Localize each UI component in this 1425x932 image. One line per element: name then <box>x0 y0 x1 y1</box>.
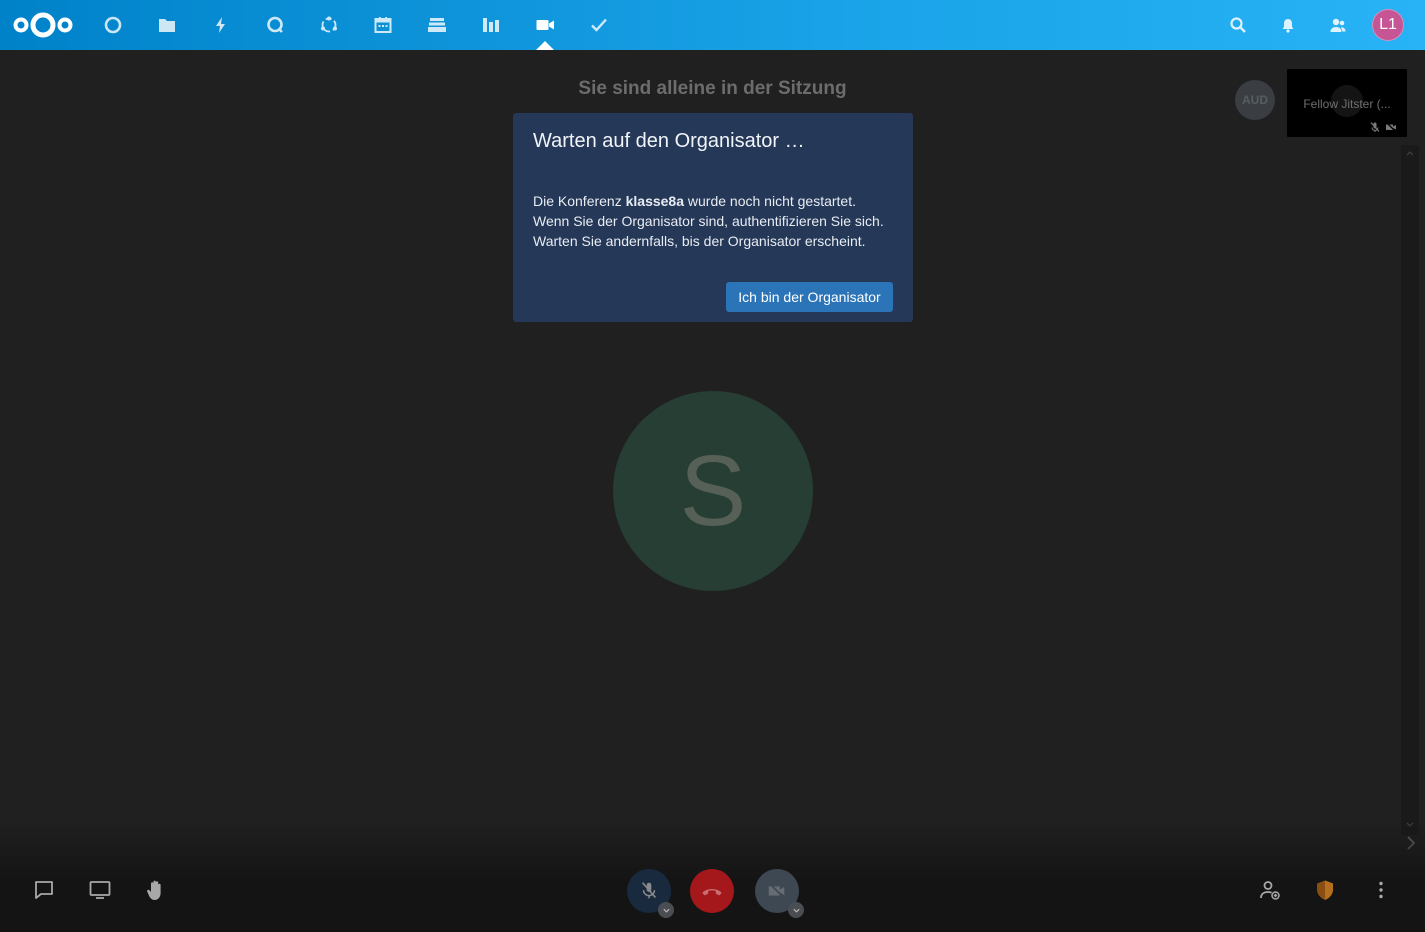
dialog-body-prefix: Die Konferenz <box>533 193 626 209</box>
scroll-up-icon <box>1406 151 1414 156</box>
top-header: L1 <box>0 0 1425 50</box>
stack-icon <box>428 18 446 32</box>
video-off-indicator-icon <box>1386 122 1396 132</box>
app-tasks[interactable] <box>585 11 613 39</box>
local-video-thumbnail[interactable]: Fellow Jitster (... <box>1287 69 1407 137</box>
app-contacts[interactable] <box>315 11 343 39</box>
user-avatar[interactable]: L1 <box>1372 9 1404 41</box>
app-talk[interactable] <box>261 11 289 39</box>
nextcloud-logo-icon[interactable] <box>12 10 74 40</box>
more-vertical-icon <box>1379 881 1383 899</box>
chat-bubble-icon <box>267 16 283 33</box>
dialog-body-suffix: wurde noch nicht gestartet. <box>684 193 857 209</box>
dialog-line-1: Die Konferenz klasse8a wurde noch nicht … <box>533 191 903 211</box>
search-icon <box>1230 17 1246 33</box>
local-participant-name: Fellow Jitster (... <box>1303 97 1391 111</box>
invite-people-button[interactable] <box>1256 876 1284 904</box>
app-dashboard[interactable] <box>99 11 127 39</box>
participant-initial: S <box>679 435 747 547</box>
screen-share-button[interactable] <box>86 876 114 904</box>
video-settings-toggle[interactable] <box>788 902 804 918</box>
shield-icon <box>1317 880 1333 900</box>
lightning-icon <box>216 17 225 33</box>
microphone-muted-icon <box>641 882 657 899</box>
security-options-button[interactable] <box>1311 876 1339 904</box>
video-camera-icon <box>536 20 554 30</box>
app-files[interactable] <box>153 11 181 39</box>
checkmark-icon <box>591 18 607 32</box>
app-calendar[interactable] <box>369 11 397 39</box>
dialog-title: Warten auf den Organisator … <box>533 130 805 152</box>
active-app-indicator <box>536 41 554 50</box>
filmstrip-scrollbar[interactable] <box>1401 145 1419 835</box>
chevron-down-icon <box>662 908 670 913</box>
circles-icon <box>321 16 337 33</box>
conference-toolbar <box>0 820 1425 932</box>
video-off-icon <box>768 883 785 899</box>
alone-message: Sie sind alleine in der Sitzung <box>578 78 847 99</box>
app-jitsi[interactable] <box>531 11 559 39</box>
i-am-host-button[interactable]: Ich bin der Organisator <box>726 282 893 312</box>
monitor-icon <box>89 881 111 899</box>
dialog-line-3: Warten Sie andernfalls, bis der Organisa… <box>533 233 866 249</box>
audio-only-badge: AUD <box>1235 80 1275 120</box>
dialog-body: Die Konferenz klasse8a wurde noch nicht … <box>533 191 903 251</box>
more-actions-button[interactable] <box>1367 876 1395 904</box>
muted-mic-indicator-icon <box>1370 122 1380 132</box>
contacts-icon <box>1330 18 1346 32</box>
header-contacts-menu[interactable] <box>1324 11 1352 39</box>
chevron-down-icon <box>792 908 800 913</box>
user-initials: L1 <box>1379 16 1397 33</box>
app-deck[interactable] <box>423 11 451 39</box>
app-activity[interactable] <box>207 11 235 39</box>
hangup-button[interactable] <box>690 869 734 913</box>
raise-hand-button[interactable] <box>142 876 170 904</box>
participant-avatar: S <box>613 391 813 591</box>
waiting-for-host-dialog: Warten auf den Organisator … Die Konfere… <box>513 113 913 322</box>
hand-icon <box>147 880 161 900</box>
bell-icon <box>1282 19 1294 33</box>
app-analytics[interactable] <box>477 11 505 39</box>
circle-icon <box>104 16 122 34</box>
add-person-icon <box>1260 881 1280 900</box>
room-name: klasse8a <box>625 193 685 209</box>
header-search[interactable] <box>1224 11 1252 39</box>
conference-stage: Sie sind alleine in der Sitzung S AUD Fe… <box>0 50 1425 932</box>
dialog-line-2: Wenn Sie der Organisator sind, authentif… <box>533 213 884 229</box>
chat-button[interactable] <box>30 876 58 904</box>
chat-icon <box>35 881 53 899</box>
phone-hangup-icon <box>702 888 722 896</box>
calendar-icon <box>374 17 392 33</box>
header-notifications[interactable] <box>1274 11 1302 39</box>
audio-settings-toggle[interactable] <box>658 902 674 918</box>
bar-chart-icon <box>483 18 499 32</box>
folder-icon <box>159 19 175 32</box>
